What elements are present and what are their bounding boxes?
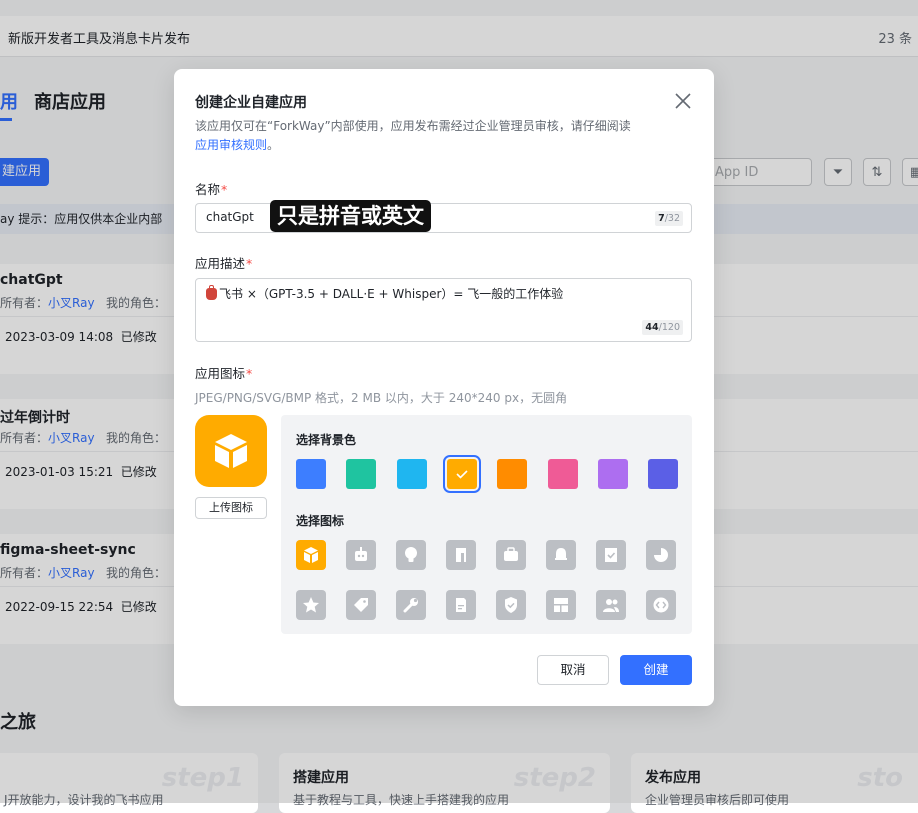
- icon-picker-panel: 选择背景色 选择图标: [281, 415, 692, 634]
- dialog-title: 创建企业自建应用: [195, 95, 307, 111]
- bulb-icon[interactable]: [396, 540, 426, 570]
- name-value: chatGpt: [206, 210, 254, 224]
- bg-color-swatch[interactable]: [346, 459, 377, 489]
- icon-label: 应用图标*: [195, 366, 253, 381]
- wrench-icon[interactable]: [396, 590, 426, 620]
- shield-icon[interactable]: [496, 590, 526, 620]
- icon-format-hint: JPEG/PNG/SVG/BMP 格式，2 MB 以内，大于 240*240 p…: [195, 391, 568, 405]
- bg-color-swatch[interactable]: [648, 459, 679, 489]
- create-button[interactable]: 创建: [620, 655, 692, 685]
- bg-color-title: 选择背景色: [296, 433, 357, 447]
- bg-color-swatch[interactable]: [442, 455, 481, 493]
- bg-color-swatch[interactable]: [497, 459, 528, 489]
- briefcase-icon[interactable]: [496, 540, 526, 570]
- bg-color-swatch[interactable]: [547, 459, 578, 489]
- description-value: 飞书 ×（GPT-3.5 + DALL·E + Whisper）= 飞一般的工作…: [206, 285, 563, 302]
- check-icon: [456, 470, 468, 479]
- create-app-dialog: 创建企业自建应用 该应用仅可在“ForkWay”内部使用，应用发布需经过企业管理…: [174, 69, 714, 706]
- backpack-icon: [206, 285, 217, 300]
- name-counter: 7/32: [655, 211, 683, 226]
- icon-preview: [195, 415, 267, 487]
- description-label: 应用描述*: [195, 256, 253, 271]
- pie-chart-icon[interactable]: [646, 540, 676, 570]
- icon-select-title: 选择图标: [296, 514, 345, 528]
- people-icon[interactable]: [596, 590, 626, 620]
- file-icon[interactable]: [446, 590, 476, 620]
- cube-icon: [215, 434, 247, 468]
- upload-icon-button[interactable]: 上传图标: [195, 497, 267, 519]
- description-counter: 44/120: [642, 320, 683, 335]
- bg-color-swatch[interactable]: [597, 459, 628, 489]
- dialog-description: 该应用仅可在“ForkWay”内部使用，应用发布需经过企业管理员审核，请仔细阅读…: [195, 119, 631, 152]
- star-icon[interactable]: [296, 590, 326, 620]
- name-label: 名称*: [195, 182, 228, 197]
- bg-color-swatch[interactable]: [296, 459, 326, 489]
- close-icon[interactable]: [673, 91, 693, 111]
- code-icon[interactable]: [646, 590, 676, 620]
- review-rules-link[interactable]: 应用审核规则: [195, 138, 267, 152]
- description-textarea[interactable]: 飞书 ×（GPT-3.5 + DALL·E + Whisper）= 飞一般的工作…: [195, 278, 692, 342]
- cube-icon[interactable]: [296, 540, 326, 570]
- bell-icon[interactable]: [546, 540, 576, 570]
- layout-icon[interactable]: [546, 590, 576, 620]
- annotation-label: 只是拼音或英文: [270, 200, 431, 232]
- document-icon[interactable]: [446, 540, 476, 570]
- check-doc-icon[interactable]: [596, 540, 626, 570]
- bg-color-swatch[interactable]: [396, 459, 427, 489]
- cancel-button[interactable]: 取消: [537, 655, 609, 685]
- tag-icon[interactable]: [346, 590, 376, 620]
- robot-icon[interactable]: [346, 540, 376, 570]
